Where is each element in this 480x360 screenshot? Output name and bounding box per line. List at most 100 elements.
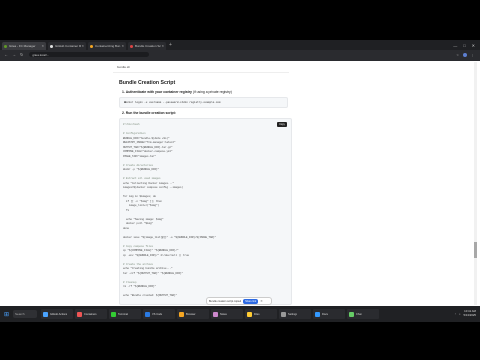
taskbar-app[interactable]: Terminal — [109, 309, 142, 319]
taskbar-app[interactable]: Docs — [313, 309, 346, 319]
letterbox-bottom — [0, 322, 480, 360]
code-line: echo "Bundle created: ${OUTPUT_TAR}" — [123, 294, 178, 297]
bookmark-star-icon[interactable]: ☆ — [456, 53, 459, 57]
wifi-icon[interactable]: ◔ — [454, 312, 456, 316]
code-line: REGISTRY_IMAGE="fcm-manager:latest" — [123, 141, 176, 144]
document-panel: bundle.sh Bundle Creation Script 1. Auth… — [110, 61, 292, 306]
volume-icon[interactable]: ♪ — [459, 312, 461, 316]
browser-tab[interactable]: GitHub Container Registry✕ — [48, 42, 86, 50]
close-window-icon[interactable]: ✕ — [472, 43, 475, 48]
code-line: mkdir -p "${BUNDLE_DIR}" — [123, 168, 160, 171]
app-icon — [43, 311, 49, 317]
copy-toast: Bundle creation script copied Share link… — [206, 297, 272, 305]
code-line: OUTPUT_TAR="${BUNDLE_DIR}.tar.gz" — [123, 145, 173, 149]
app-icon — [281, 311, 287, 317]
app-icon — [145, 311, 151, 317]
code-line: echo "Saving image: $img" — [123, 217, 164, 221]
taskbar-app[interactable]: Containers — [75, 309, 108, 319]
taskbar-app-label: Settings — [288, 312, 298, 316]
tab-favicon-icon — [90, 44, 93, 48]
tab-label: Containerizing Bun Apps — [95, 44, 121, 48]
tab-close-icon[interactable]: ✕ — [81, 44, 84, 48]
profile-avatar[interactable] — [463, 52, 467, 57]
tab-label: Bundle Creation Script — [135, 44, 162, 48]
app-icon — [77, 311, 83, 317]
reload-icon[interactable]: ↻ — [20, 52, 23, 57]
command-block: docker login -u username --password-stdi… — [119, 97, 288, 108]
code-line: images=$(docker compose config --images) — [123, 186, 184, 189]
code-line: #!/bin/bash — [123, 123, 140, 126]
copy-icon[interactable]: ⧉ — [124, 101, 284, 104]
letterbox-top — [0, 0, 480, 40]
code-line: echo "Collecting Docker images..." — [123, 181, 175, 185]
app-icon — [213, 311, 219, 317]
toast-message: Bundle creation script copied — [209, 299, 242, 303]
code-line: # Extract all used images — [123, 177, 161, 180]
taskbar-search[interactable]: Search — [13, 310, 38, 318]
step-1-number: 1. — [122, 90, 125, 94]
browser-tab[interactable]: Bundle Creation Script✕ — [128, 42, 166, 50]
toast-close-icon[interactable]: ✕ — [260, 299, 263, 303]
code-line: # Create the archive — [123, 262, 154, 266]
code-line: IMAGE_TAR="images.tar" — [123, 154, 157, 158]
taskbar-app[interactable]: Chat — [347, 309, 380, 319]
code-line: if [[ -n "$img" ]]; then — [123, 199, 163, 203]
system-tray: ◔ ♪ 10:41 AM 5/13/2025 — [454, 310, 480, 317]
taskbar-app[interactable]: Notes — [211, 309, 244, 319]
step-1-text: Authenticate with your container registr… — [125, 90, 192, 94]
code-line: # Create directories — [123, 163, 154, 167]
address-bar-row: ← → ↻ gitea.local/... ☆ ⋮ — [0, 50, 480, 59]
code-line: # Copy compose files — [123, 244, 154, 248]
taskbar-app[interactable]: Files — [245, 309, 278, 319]
code-line: cp "${COMPOSE_FILE}" "${BUNDLE_DIR}/" — [123, 249, 179, 252]
start-menu-icon[interactable]: ⊞ — [4, 311, 9, 318]
scrollbar-thumb[interactable] — [474, 242, 477, 258]
taskbar-app[interactable]: Settings — [279, 309, 312, 319]
os-taskbar: ⊞ Search GitHub Actions Containers Termina… — [0, 306, 480, 322]
step-2: 2. Run the bundle creation script: — [122, 111, 176, 115]
code-line: rm -rf "${BUNDLE_DIR}" — [123, 285, 157, 288]
step-2-number: 2. — [122, 111, 125, 115]
file-label: bundle.sh — [117, 65, 131, 69]
app-icon — [179, 311, 185, 317]
taskbar-app-label: Browser — [186, 312, 196, 316]
clock[interactable]: 10:41 AM 5/13/2025 — [464, 310, 476, 317]
code-line: BUNDLE_DIR="bundle-$(date +%s)" — [123, 136, 170, 140]
screen: Gitea - FC Manager✕GitHub Container Regi… — [0, 0, 480, 360]
code-line: fi — [123, 208, 130, 212]
taskbar-search-text: Search — [15, 312, 25, 316]
maximize-icon[interactable]: □ — [463, 43, 465, 48]
taskbar-app-label: Docs — [322, 312, 328, 316]
code-line: cp .env "${BUNDLE_DIR}/" 2>/dev/null || … — [123, 253, 190, 257]
url-field[interactable]: gitea.local/... — [29, 52, 150, 57]
menu-icon[interactable]: ⋮ — [471, 53, 474, 57]
script-code-block: Copy #!/bin/bash # Configuration BUNDLE_DI… — [119, 118, 292, 305]
page-content: bundle.sh Bundle Creation Script 1. Auth… — [0, 61, 480, 318]
step-1-suffix: (if using a private registry) — [192, 90, 232, 94]
taskbar-app[interactable]: Browser — [177, 309, 210, 319]
code-line: docker save "${image_list[@]}" -o "${BUN… — [123, 235, 217, 239]
back-icon[interactable]: ← — [4, 52, 8, 57]
copy-button[interactable]: Copy — [277, 122, 287, 127]
forward-icon[interactable]: → — [12, 52, 16, 57]
app-icon — [111, 311, 117, 317]
taskbar-app[interactable]: VS Code — [143, 309, 176, 319]
new-tab-button[interactable]: + — [169, 42, 172, 48]
tab-close-icon[interactable]: ✕ — [161, 44, 164, 48]
taskbar-app-label: Files — [254, 312, 260, 316]
browser-tab[interactable]: Containerizing Bun Apps✕ — [88, 42, 126, 50]
browser-tab[interactable]: Gitea - FC Manager ✕ — [2, 42, 46, 50]
page-title: Bundle Creation Script — [119, 80, 176, 86]
taskbar-apps: GitHub Actions Containers Terminal VS Code B… — [41, 309, 380, 319]
tab-favicon-icon — [4, 44, 7, 48]
share-link-button[interactable]: Share link — [243, 298, 259, 304]
tab-close-icon[interactable]: ✕ — [41, 44, 44, 48]
tab-close-icon[interactable]: ✕ — [121, 44, 124, 48]
app-icon — [247, 311, 253, 317]
minimize-icon[interactable]: — — [453, 43, 457, 48]
taskbar-app[interactable]: GitHub Actions — [41, 309, 74, 319]
code-line: docker pull "$img" — [123, 222, 154, 225]
url-text: gitea.local/... — [32, 52, 50, 57]
page-scrollbar[interactable] — [474, 62, 477, 305]
code-line: # Cleanup — [123, 280, 137, 284]
